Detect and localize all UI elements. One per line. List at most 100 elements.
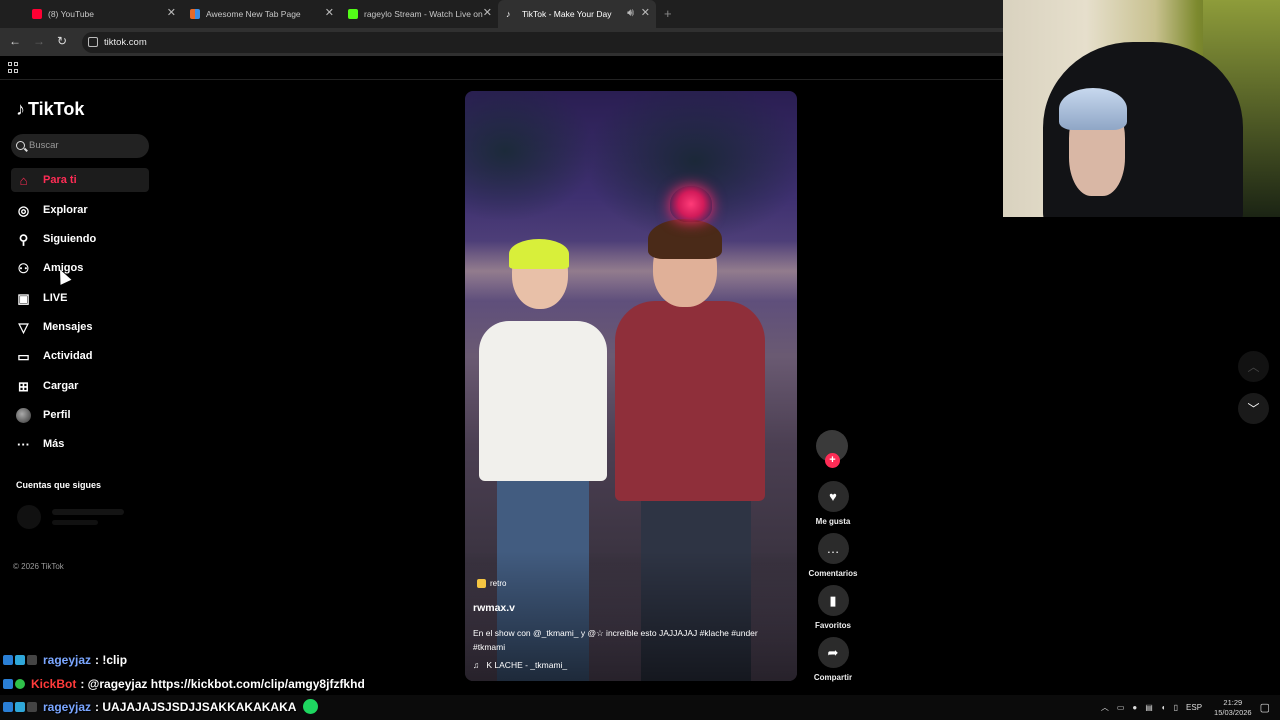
favorites-button[interactable]: ▮ Favoritos <box>804 585 862 630</box>
search-icon <box>16 141 25 150</box>
search-placeholder: Buscar <box>29 140 59 151</box>
more-icon: ··· <box>17 436 30 452</box>
tiktok-icon: ♪ <box>506 9 511 19</box>
nav-label: Más <box>43 438 65 450</box>
tiktok-logo[interactable]: ♪ TikTok <box>16 99 84 120</box>
previous-video-button[interactable]: ︿ <box>1238 351 1269 382</box>
like-label: Me gusta <box>815 517 851 526</box>
avatar-icon <box>16 407 31 423</box>
back-button[interactable]: ← <box>7 34 23 48</box>
copyright-text: © 2026 TikTok <box>13 562 64 571</box>
tab-tiktok[interactable]: ♪ TikTok - Make Your Day 🔊︎ ✕ <box>498 0 656 28</box>
video-music[interactable]: ♫ K LACHE - _tkmami_ <box>473 660 567 670</box>
badge-icon <box>3 702 13 712</box>
tab-youtube[interactable]: (8) YouTube ✕ <box>24 0 182 28</box>
apps-grid-icon[interactable] <box>8 62 19 73</box>
like-button[interactable]: ♥ Me gusta <box>804 481 862 526</box>
follow-plus-button[interactable]: + <box>825 453 840 468</box>
language-indicator[interactable]: ESP <box>1186 703 1202 712</box>
badge-icon <box>3 655 13 665</box>
nav-amigos[interactable]: ⚇ Amigos <box>11 256 149 280</box>
skeleton-avatar <box>17 505 41 529</box>
notifications-icon[interactable]: ▢ <box>1260 701 1270 714</box>
nav-cargar[interactable]: ⊞ Cargar <box>11 374 149 398</box>
speaker-icon[interactable]: 🔊︎ <box>627 8 634 19</box>
share-button[interactable]: ➦ Compartir <box>804 637 862 682</box>
home-icon: ⌂ <box>19 172 28 188</box>
forward-button[interactable]: → <box>31 34 47 48</box>
clock-time: 21:29 <box>1223 697 1243 707</box>
chat-username: rageyjaz <box>43 653 92 667</box>
skeleton-line <box>52 520 98 525</box>
wifi-icon[interactable]: ▤ <box>1145 703 1153 712</box>
tab-kick-stream[interactable]: rageylo Stream - Watch Live on ✕ <box>340 0 498 28</box>
mic-icon[interactable]: ● <box>1132 703 1137 712</box>
video-scene <box>615 301 765 501</box>
chat-text: : @rageyjaz https://kickbot.com/clip/amg… <box>80 677 365 691</box>
next-video-button[interactable]: ﹀ <box>1238 393 1269 424</box>
video-scene <box>509 239 569 269</box>
nav-label: Cargar <box>43 380 79 392</box>
nav-live[interactable]: ▣ LIVE <box>11 286 149 310</box>
site-info-icon[interactable] <box>88 37 98 47</box>
nav-label: Siguiendo <box>43 233 97 245</box>
nav-mensajes[interactable]: ▽ Mensajes <box>11 315 149 339</box>
user-follow-icon: ⚲ <box>18 231 29 247</box>
address-bar[interactable]: tiktok.com <box>82 32 1003 53</box>
clock[interactable]: 21:29 15/03/2026 <box>1214 698 1252 718</box>
network-icon[interactable]: ▭ <box>1117 703 1125 712</box>
skeleton-line <box>52 509 124 515</box>
nav-label: Actividad <box>43 350 93 362</box>
nav-label: Mensajes <box>43 321 93 333</box>
video-badge[interactable]: retro <box>477 579 506 588</box>
tab-title: Awesome New Tab Page <box>206 9 301 19</box>
verified-icon <box>15 679 25 689</box>
new-tab-button[interactable]: + <box>664 6 672 21</box>
newtab-icon <box>190 9 200 19</box>
system-tray: ︿ ▭ ● ▤ ◖ ▯ ESP 21:29 15/03/2026 ▢ <box>1093 695 1270 720</box>
webcam-scene <box>1059 88 1127 130</box>
comments-button[interactable]: … Comentarios <box>804 533 862 578</box>
activity-icon: ▭ <box>17 348 30 364</box>
badge-icon <box>27 702 37 712</box>
webcam-overlay <box>1003 0 1280 217</box>
nav-label: Explorar <box>43 204 88 216</box>
url-text: tiktok.com <box>104 37 147 48</box>
nav-para-ti[interactable]: ⌂ Para ti <box>11 168 149 192</box>
browser-tab-strip: (8) YouTube ✕ Awesome New Tab Page ✕ rag… <box>0 0 1003 28</box>
chevron-up-icon: ︿ <box>1247 360 1260 374</box>
share-icon: ➦ <box>817 637 849 668</box>
nav-actividad[interactable]: ▭ Actividad <box>11 344 149 368</box>
nav-perfil[interactable]: Perfil <box>11 403 149 427</box>
nav-mas[interactable]: ··· Más <box>11 432 149 456</box>
volume-icon[interactable]: ◖ <box>1161 703 1166 712</box>
search-input[interactable]: Buscar <box>11 134 149 158</box>
badge-icon <box>3 679 13 689</box>
chat-username: rageyjaz <box>43 700 92 714</box>
bookmark-icon: ▮ <box>817 585 849 616</box>
nav-explorar[interactable]: ◎ Explorar <box>11 198 149 222</box>
tab-new-tab-page[interactable]: Awesome New Tab Page ✕ <box>182 0 340 28</box>
bookmarks-bar <box>0 56 1003 80</box>
send-icon: ▽ <box>18 319 29 335</box>
spotify-icon[interactable] <box>303 699 318 714</box>
tray-chevron-icon[interactable]: ︿ <box>1101 702 1109 713</box>
video-scene <box>479 321 607 481</box>
kick-icon <box>348 9 358 19</box>
close-icon[interactable]: ✕ <box>325 8 334 19</box>
nav-siguiendo[interactable]: ⚲ Siguiendo <box>11 227 149 251</box>
close-icon[interactable]: ✕ <box>641 8 650 19</box>
battery-icon[interactable]: ▯ <box>1174 703 1178 712</box>
close-icon[interactable]: ✕ <box>167 8 176 19</box>
chat-message: rageyjaz : UAJAJAJSJSDJJSAKKAKAKAKA <box>3 700 296 714</box>
clock-date: 15/03/2026 <box>1214 707 1252 717</box>
video-username[interactable]: rwmax.v <box>473 602 515 614</box>
reload-button[interactable]: ↻ <box>54 34 70 48</box>
browser-toolbar: ← → ↻ tiktok.com <box>0 28 1003 56</box>
badge-icon <box>477 579 486 588</box>
close-icon[interactable]: ✕ <box>483 8 492 19</box>
tab-title: TikTok - Make Your Day <box>522 9 612 19</box>
badge-icon <box>15 702 25 712</box>
video-player[interactable] <box>465 91 797 681</box>
nav-label: Perfil <box>43 409 71 421</box>
